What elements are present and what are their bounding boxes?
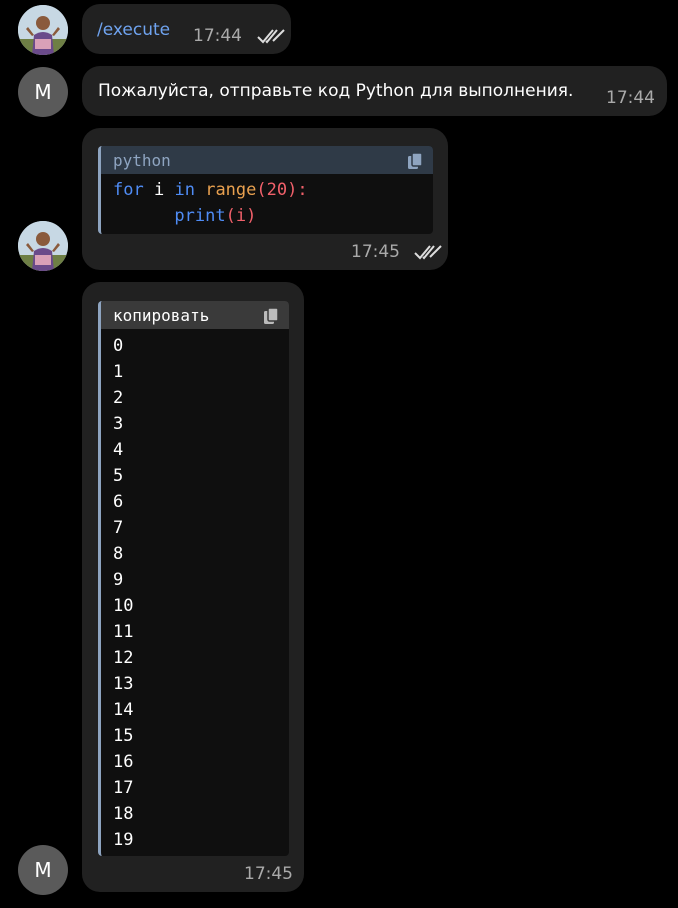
- output-line: 18: [113, 804, 134, 824]
- code-content[interactable]: for i in range(20): print(i): [101, 174, 433, 229]
- output-line: 1: [113, 362, 124, 382]
- output-line: 17: [113, 778, 134, 798]
- output-line: 10: [113, 596, 134, 616]
- bot-avatar[interactable]: M: [18, 845, 68, 895]
- message-time: 17:44: [606, 88, 655, 108]
- output-lines[interactable]: 0 1 2 3 4 5 6 7 8 9 10 11 12 13 14 15 16 17 18 19: [101, 329, 289, 853]
- code-block: python for i in range(20): print(i): [98, 146, 433, 234]
- output-line: 8: [113, 544, 124, 564]
- chat-view: /execute 17:44 M Пожалуйста, отправьте к…: [0, 0, 678, 908]
- copy-icon[interactable]: [407, 152, 423, 170]
- user-avatar[interactable]: [18, 221, 68, 271]
- output-line: 19: [113, 830, 134, 850]
- output-line: 9: [113, 570, 124, 590]
- output-line: 4: [113, 440, 124, 460]
- message-bubble-prompt[interactable]: Пожалуйста, отправьте код Python для вып…: [82, 66, 667, 116]
- output-line: 2: [113, 388, 124, 408]
- output-line: 3: [113, 414, 124, 434]
- double-check-icon: [257, 29, 285, 44]
- output-line: 7: [113, 518, 124, 538]
- message-bubble-output[interactable]: копировать 0 1 2 3 4 5 6 7 8 9 10 11 12 13 14 15 16 17 18 1…: [82, 282, 304, 892]
- copy-icon[interactable]: [263, 307, 279, 325]
- user-avatar[interactable]: [18, 5, 68, 55]
- output-code-block: копировать 0 1 2 3 4 5 6 7 8 9 10 11 12 13 14 15 16 17 18 1…: [98, 301, 289, 856]
- copy-header[interactable]: копировать: [101, 301, 289, 329]
- output-line: 16: [113, 752, 134, 772]
- message-text: Пожалуйста, отправьте код Python для вып…: [98, 81, 574, 101]
- output-line: 0: [113, 336, 124, 356]
- output-line: 11: [113, 622, 134, 642]
- bot-avatar[interactable]: M: [18, 67, 68, 117]
- message-time: 17:44: [193, 26, 242, 46]
- code-language-label: python: [101, 146, 433, 174]
- output-line: 12: [113, 648, 134, 668]
- double-check-icon: [414, 245, 442, 260]
- message-bubble-code[interactable]: python for i in range(20): print(i) 17:4…: [82, 128, 448, 270]
- output-line: 5: [113, 466, 124, 486]
- output-line: 13: [113, 674, 134, 694]
- message-time: 17:45: [351, 242, 400, 262]
- output-line: 14: [113, 700, 134, 720]
- output-line: 15: [113, 726, 134, 746]
- message-bubble-execute[interactable]: /execute 17:44: [82, 4, 291, 54]
- output-line: 6: [113, 492, 124, 512]
- message-time: 17:45: [244, 864, 293, 884]
- command-link[interactable]: /execute: [97, 20, 170, 40]
